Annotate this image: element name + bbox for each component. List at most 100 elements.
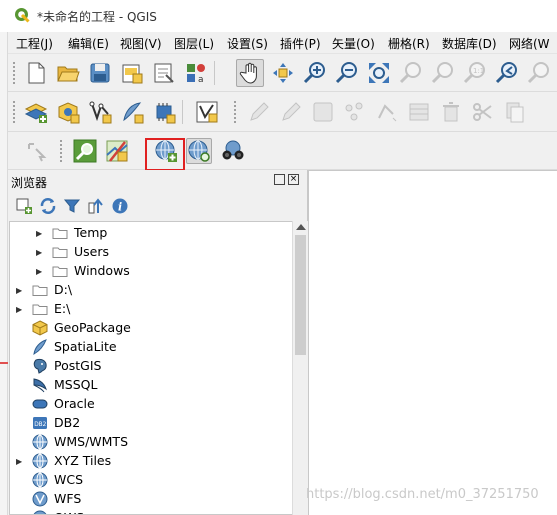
expand-arrow-icon[interactable]: ▶ (16, 456, 24, 466)
panel-float-button[interactable] (274, 174, 285, 185)
zoom-native-button[interactable]: 1:1 (462, 60, 488, 86)
filter-button[interactable] (62, 196, 82, 216)
panel-close-button[interactable]: × (288, 174, 299, 185)
browser-tree-item[interactable]: SpatiaLite (10, 338, 298, 357)
style-manager-button[interactable]: a (183, 60, 209, 86)
browser-tree-item[interactable]: ▶ E:\ (10, 300, 298, 319)
cut-features-button[interactable] (470, 99, 496, 125)
zoom-full-button[interactable] (366, 60, 392, 86)
properties-button[interactable]: i (110, 196, 130, 216)
menu-raster[interactable]: 栅格(R) (388, 35, 430, 52)
copy-features-button[interactable] (502, 99, 528, 125)
menu-settings[interactable]: 设置(S) (227, 35, 268, 52)
toolbar-grip[interactable] (12, 100, 16, 124)
browser-tree-item[interactable]: ▶ Users (10, 243, 298, 262)
add-wfs-layer-button[interactable] (186, 138, 212, 164)
filter-icon (63, 199, 81, 213)
browser-panel-title: 浏览器 (11, 176, 48, 190)
menu-plugins[interactable]: 插件(P) (280, 35, 321, 52)
expand-arrow-icon[interactable]: ▶ (36, 228, 44, 238)
browser-tree-item[interactable]: WFS (10, 490, 298, 509)
browser-tree-item-label: Oracle (54, 396, 95, 411)
save-project-button[interactable] (87, 60, 113, 86)
browser-tree-item-label: E:\ (54, 301, 71, 316)
expand-arrow-icon[interactable]: ▶ (36, 266, 44, 276)
zoom-in-button[interactable] (302, 60, 328, 86)
zoom-next-button[interactable] (526, 60, 552, 86)
menu-view[interactable]: 视图(V) (120, 35, 162, 52)
title-bar: *未命名的工程 - QGIS (0, 0, 557, 32)
toolbar-grip[interactable] (12, 61, 16, 85)
menu-web[interactable]: 网络(W (509, 35, 550, 52)
project-toolbar: a 1:1 (8, 54, 557, 92)
left-window-edge (0, 0, 8, 515)
add-feature-button[interactable] (342, 99, 368, 125)
new-geopackage-layer-button[interactable] (55, 99, 81, 125)
zoom-last-button[interactable] (494, 60, 520, 86)
metasearch-button[interactable] (104, 138, 130, 164)
zoom-to-layer-icon (431, 62, 453, 84)
data-source-manager-button[interactable] (23, 99, 49, 125)
open-project-button[interactable] (55, 60, 81, 86)
refresh-button[interactable] (38, 196, 58, 216)
search-button[interactable] (72, 138, 98, 164)
browser-tree-item[interactable]: ▶ Temp (10, 224, 298, 243)
expand-arrow-icon[interactable]: ▶ (16, 304, 24, 314)
expand-arrow-icon[interactable]: ▶ (36, 247, 44, 257)
menu-project[interactable]: 工程(J) (16, 35, 53, 52)
browser-tree-item[interactable]: DB2 DB2 (10, 414, 298, 433)
menu-vector[interactable]: 矢量(O) (332, 35, 375, 52)
browser-tree-item[interactable]: ▶ XYZ Tiles (10, 452, 298, 471)
toolbar-grip[interactable] (59, 139, 63, 163)
browser-tree-item[interactable]: ▶ D:\ (10, 281, 298, 300)
scroll-up-arrow-icon[interactable] (296, 224, 306, 230)
identify-features-button[interactable] (23, 138, 49, 164)
browser-tree-item[interactable]: ▶ Windows (10, 262, 298, 281)
menu-layer[interactable]: 图层(L) (174, 35, 214, 52)
toggle-editing-button[interactable] (246, 99, 272, 125)
expand-arrow-icon[interactable]: ▶ (16, 285, 24, 295)
trash-icon (443, 102, 459, 122)
pan-to-selection-button[interactable] (270, 60, 296, 86)
scroll-thumb[interactable] (295, 235, 306, 355)
zoom-to-selection-button[interactable] (398, 60, 424, 86)
add-selected-layers-button[interactable] (14, 196, 34, 216)
save-edits-icon (313, 102, 333, 122)
toolbar-grip[interactable] (233, 100, 237, 124)
collapse-all-button[interactable] (86, 196, 106, 216)
new-project-button[interactable] (23, 60, 49, 86)
browser-tree-item[interactable]: WMS/WMTS (10, 433, 298, 452)
layout-manager-icon (154, 63, 174, 83)
zoom-to-layer-button[interactable] (430, 60, 456, 86)
geocoding-button[interactable] (220, 138, 246, 164)
digitize-icon (196, 101, 218, 123)
new-shapefile-layer-button[interactable] (87, 99, 113, 125)
new-print-layout-button[interactable] (119, 60, 145, 86)
digitize-button[interactable] (194, 99, 220, 125)
save-edits-button[interactable] (310, 99, 336, 125)
browser-tree-item[interactable]: GeoPackage (10, 319, 298, 338)
new-spatialite-layer-button[interactable] (119, 99, 145, 125)
web-toolbar (8, 132, 557, 170)
new-temporary-layer-button[interactable] (151, 99, 177, 125)
pan-map-button[interactable] (236, 59, 264, 87)
zoom-out-button[interactable] (334, 60, 360, 86)
layout-manager-button[interactable] (151, 60, 177, 86)
delete-selected-button[interactable] (438, 99, 464, 125)
browser-tree-item[interactable]: OWS (10, 509, 298, 514)
db2-icon: DB2 (33, 417, 47, 429)
browser-tree-item[interactable]: MSSQL (10, 376, 298, 395)
mssql-icon (33, 378, 47, 393)
map-canvas[interactable] (308, 170, 557, 515)
browser-tree-item[interactable]: Oracle (10, 395, 298, 414)
spatialite-icon (33, 339, 47, 355)
browser-tree-item[interactable]: PostGIS (10, 357, 298, 376)
current-edits-button[interactable] (278, 99, 304, 125)
attribute-table-icon (409, 103, 429, 121)
attribute-table-button[interactable] (406, 99, 432, 125)
menu-database[interactable]: 数据库(D) (442, 35, 497, 52)
browser-scrollbar[interactable] (292, 221, 308, 515)
browser-tree-item[interactable]: WCS (10, 471, 298, 490)
vertex-tool-button[interactable] (374, 99, 400, 125)
menu-edit[interactable]: 编辑(E) (68, 35, 109, 52)
